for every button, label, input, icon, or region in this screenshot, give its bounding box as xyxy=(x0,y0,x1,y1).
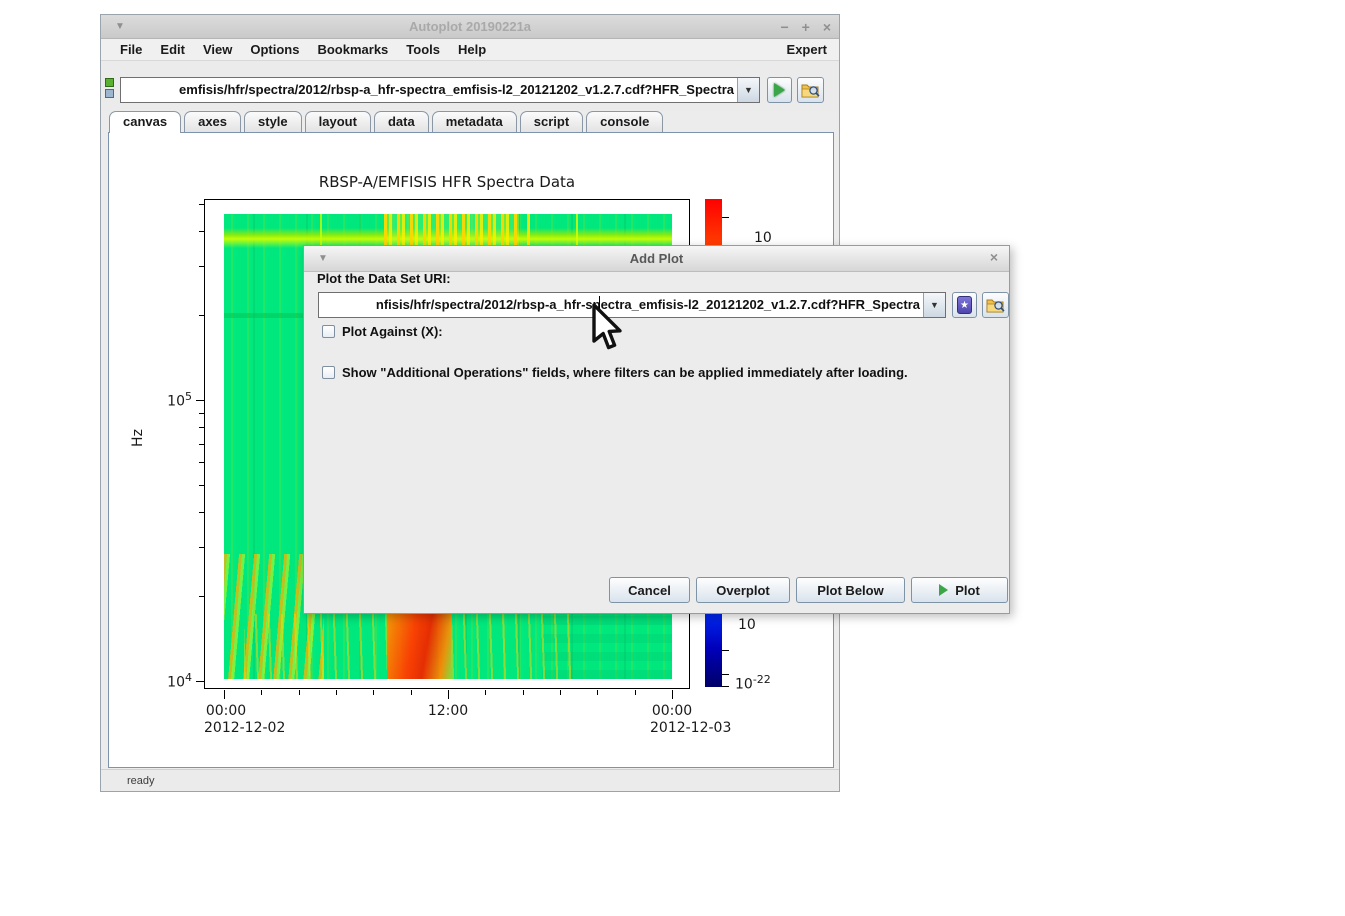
tab-metadata[interactable]: metadata xyxy=(432,111,517,132)
screen: ▼ Autoplot 20190221a − + × File Edit Vie… xyxy=(0,0,1345,916)
uri-combobox[interactable]: emfisis/hfr/spectra/2012/rbsp-a_hfr-spec… xyxy=(120,77,760,103)
bookmark-star-icon: ★ xyxy=(957,296,972,314)
x-tick-label-mid: 12:00 xyxy=(418,703,478,719)
show-operations-checkbox[interactable] xyxy=(322,366,335,379)
menu-options[interactable]: Options xyxy=(241,42,308,57)
x-tick-label-left: 00:00 xyxy=(196,703,256,719)
colorbar-label-top: 10 xyxy=(754,230,772,246)
y-tick-label-1e4: 104 xyxy=(132,671,192,691)
close-button[interactable]: × xyxy=(823,15,831,39)
tab-data[interactable]: data xyxy=(374,111,429,132)
dialog-menu-triangle-icon[interactable]: ▼ xyxy=(318,253,328,264)
main-tabs: canvasaxesstylelayoutdatametadatascriptc… xyxy=(101,111,839,132)
menu-edit[interactable]: Edit xyxy=(151,42,194,57)
mouse-cursor xyxy=(588,303,624,353)
dialog-title: Add Plot xyxy=(304,251,1009,266)
uri-dropdown-button[interactable]: ▼ xyxy=(737,78,759,102)
dialog-uri-dropdown-button[interactable]: ▼ xyxy=(923,293,945,317)
file-browse-button[interactable] xyxy=(797,77,824,103)
window-titlebar[interactable]: ▼ Autoplot 20190221a − + × xyxy=(101,15,839,39)
menu-file[interactable]: File xyxy=(111,42,151,57)
colorbar-label-bottom: 10-22 xyxy=(735,673,771,693)
status-message: ready xyxy=(101,775,155,787)
expert-mode-label[interactable]: Expert xyxy=(787,42,829,57)
colorbar-label-mid: 10 xyxy=(738,617,756,633)
x-date-left: 2012-12-02 xyxy=(204,720,285,736)
play-icon xyxy=(774,83,785,97)
menubar: File Edit View Options Bookmarks Tools H… xyxy=(101,39,839,61)
y-tick-label-1e5: 105 xyxy=(132,390,192,410)
dialog-file-browse-button[interactable] xyxy=(982,292,1009,318)
x-tick-label-right: 00:00 xyxy=(642,703,702,719)
statusbar: ready xyxy=(101,769,839,791)
tab-script[interactable]: script xyxy=(520,111,583,132)
x-date-right: 2012-12-03 xyxy=(650,720,731,736)
chevron-down-icon: ▼ xyxy=(930,300,939,310)
datasource-type-icon[interactable] xyxy=(105,78,116,100)
window-title: Autoplot 20190221a xyxy=(101,19,839,34)
dialog-uri-combobox[interactable]: nfisis/hfr/spectra/2012/rbsp-a_hfr-spect… xyxy=(318,292,946,318)
play-icon xyxy=(939,584,948,596)
maximize-button[interactable]: + xyxy=(802,15,810,39)
folder-magnifier-icon xyxy=(801,82,821,99)
plot-button[interactable]: Plot xyxy=(911,577,1008,603)
minimize-button[interactable]: − xyxy=(780,15,788,39)
menu-tools[interactable]: Tools xyxy=(397,42,449,57)
uri-toolbar: emfisis/hfr/spectra/2012/rbsp-a_hfr-spec… xyxy=(101,61,839,111)
plot-title: RBSP-A/EMFISIS HFR Spectra Data xyxy=(204,173,690,191)
plot-below-button[interactable]: Plot Below xyxy=(796,577,905,603)
go-plot-button[interactable] xyxy=(767,77,792,103)
uri-input[interactable]: emfisis/hfr/spectra/2012/rbsp-a_hfr-spec… xyxy=(121,78,737,102)
dialog-uri-label: Plot the Data Set URI: xyxy=(317,271,451,286)
plot-against-label: Plot Against (X): xyxy=(342,324,443,339)
chevron-down-icon: ▼ xyxy=(744,85,753,95)
tab-console[interactable]: console xyxy=(586,111,663,132)
add-plot-dialog: ▼ Add Plot × Plot the Data Set URI: nfis… xyxy=(303,245,1010,614)
dialog-inspect-button[interactable]: ★ xyxy=(952,292,977,318)
tab-axes[interactable]: axes xyxy=(184,111,241,132)
spectrogram-red-patch xyxy=(387,609,452,679)
cancel-button[interactable]: Cancel xyxy=(609,577,690,603)
menu-view[interactable]: View xyxy=(194,42,241,57)
plot-against-checkbox[interactable] xyxy=(322,325,335,338)
show-operations-label: Show "Additional Operations" fields, whe… xyxy=(342,365,908,380)
menu-bookmarks[interactable]: Bookmarks xyxy=(308,42,397,57)
tab-layout[interactable]: layout xyxy=(305,111,371,132)
dialog-titlebar[interactable]: ▼ Add Plot × xyxy=(304,246,1009,272)
window-menu-triangle-icon[interactable]: ▼ xyxy=(115,21,125,32)
dialog-close-button[interactable]: × xyxy=(990,249,998,265)
menu-help[interactable]: Help xyxy=(449,42,495,57)
tab-style[interactable]: style xyxy=(244,111,302,132)
tab-canvas[interactable]: canvas xyxy=(109,111,181,133)
overplot-button[interactable]: Overplot xyxy=(696,577,790,603)
folder-magnifier-icon xyxy=(986,297,1006,314)
y-axis-label: Hz xyxy=(130,421,150,455)
